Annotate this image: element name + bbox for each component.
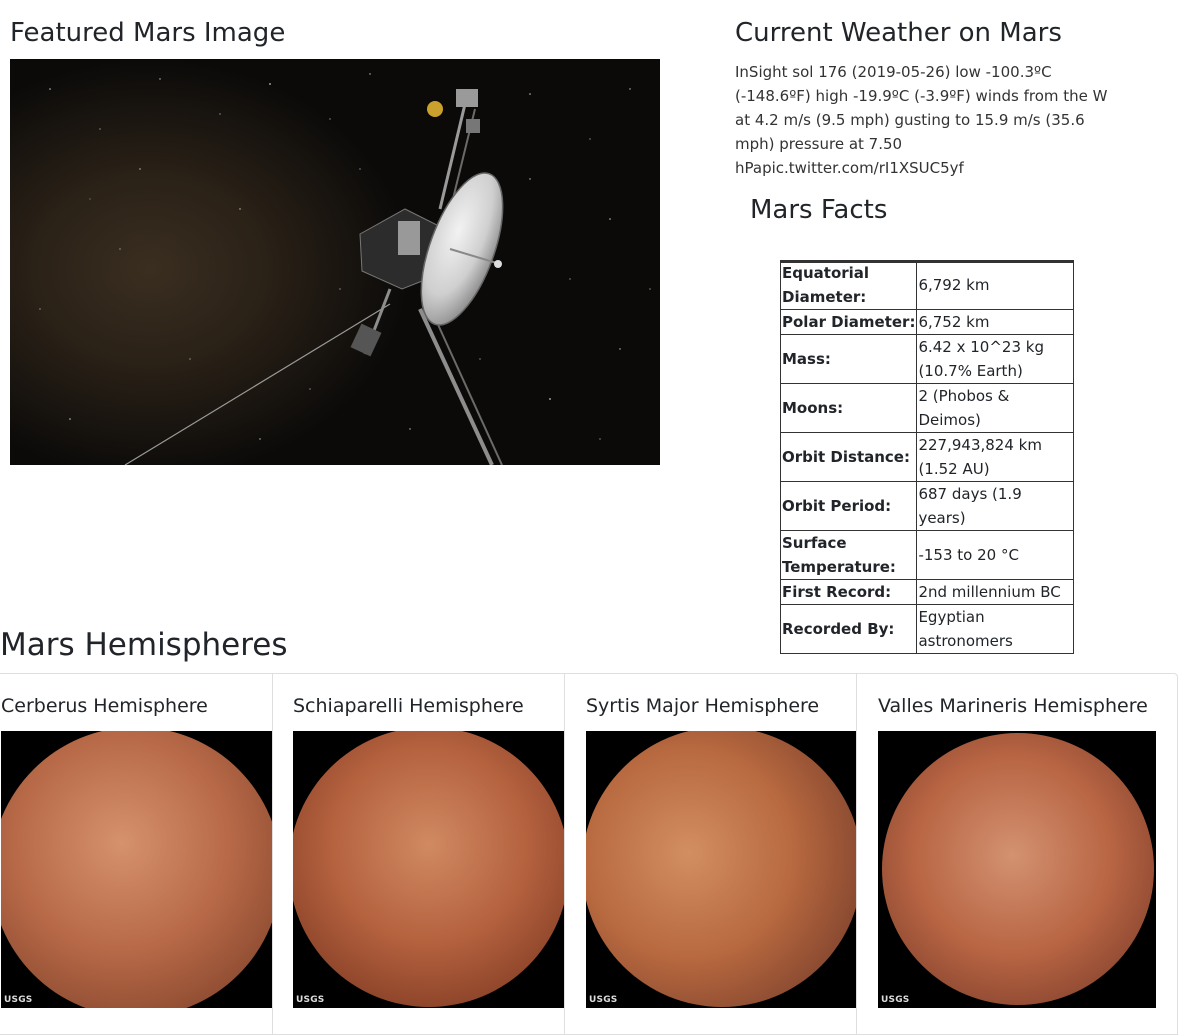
table-row: Recorded By: Egyptian astronomers bbox=[779, 604, 1075, 654]
table-row: Orbit Distance: 227,943,824 km (1.52 AU) bbox=[779, 432, 1075, 482]
planet-disc bbox=[882, 733, 1154, 1005]
card-title: Schiaparelli Hemisphere bbox=[293, 695, 524, 717]
planet-disc bbox=[586, 731, 857, 1007]
fact-value: 687 days (1.9 years) bbox=[916, 481, 1075, 531]
hemisphere-image[interactable]: USGS bbox=[586, 731, 857, 1008]
hemisphere-image[interactable]: USGS bbox=[1, 731, 272, 1008]
hemispheres-heading: Mars Hemispheres bbox=[0, 627, 288, 663]
hemisphere-cards: Cerberus Hemisphere USGS Schiaparelli He… bbox=[0, 673, 1178, 1035]
usgs-logo: USGS bbox=[881, 995, 910, 1005]
usgs-logo: USGS bbox=[4, 995, 33, 1005]
fact-label: Mass: bbox=[779, 334, 918, 384]
planet-disc bbox=[293, 731, 565, 1007]
fact-label: Polar Diameter: bbox=[779, 309, 918, 335]
fact-label: Orbit Period: bbox=[779, 481, 918, 531]
featured-image-heading: Featured Mars Image bbox=[10, 18, 286, 48]
fact-label: Moons: bbox=[779, 383, 918, 433]
card-title: Syrtis Major Hemisphere bbox=[586, 695, 820, 717]
table-row: Surface Temperature: -153 to 20 °C bbox=[779, 530, 1075, 580]
fact-label: Surface Temperature: bbox=[779, 530, 918, 580]
table-row: Orbit Period: 687 days (1.9 years) bbox=[779, 481, 1075, 531]
table-row: First Record: 2nd millennium BC bbox=[779, 579, 1075, 605]
fact-value: 6,792 km bbox=[916, 260, 1075, 310]
fact-label: Equatorial Diameter: bbox=[779, 260, 918, 310]
card-title: Cerberus Hemisphere bbox=[1, 695, 208, 717]
spacecraft-illustration bbox=[39, 73, 651, 465]
usgs-logo: USGS bbox=[296, 995, 325, 1005]
fact-value: 6.42 x 10^23 kg (10.7% Earth) bbox=[916, 334, 1075, 384]
fact-value: 2 (Phobos & Deimos) bbox=[916, 383, 1075, 433]
fact-value: 2nd millennium BC bbox=[916, 579, 1075, 605]
hemisphere-card-syrtis-major[interactable]: Syrtis Major Hemisphere USGS bbox=[564, 674, 857, 1034]
hemisphere-card-valles-marineris[interactable]: Valles Marineris Hemisphere USGS bbox=[856, 674, 1177, 1034]
hemisphere-card-cerberus[interactable]: Cerberus Hemisphere USGS bbox=[0, 674, 272, 1034]
weather-tweet-text: InSight sol 176 (2019-05-26) low -100.3º… bbox=[735, 63, 1108, 177]
table-row: Polar Diameter: 6,752 km bbox=[779, 309, 1075, 335]
table-row: Mass: 6.42 x 10^23 kg (10.7% Earth) bbox=[779, 334, 1075, 384]
hemisphere-card-schiaparelli[interactable]: Schiaparelli Hemisphere USGS bbox=[272, 674, 565, 1034]
fact-label: First Record: bbox=[779, 579, 918, 605]
hemisphere-image[interactable]: USGS bbox=[878, 731, 1156, 1008]
fact-value: Egyptian astronomers bbox=[916, 604, 1075, 654]
facts-heading: Mars Facts bbox=[750, 195, 888, 225]
table-row: Moons: 2 (Phobos & Deimos) bbox=[779, 383, 1075, 433]
table-row: Equatorial Diameter: 6,792 km bbox=[779, 260, 1075, 310]
fact-label: Recorded By: bbox=[779, 604, 918, 654]
fact-value: -153 to 20 °C bbox=[916, 530, 1075, 580]
fact-value: 227,943,824 km (1.52 AU) bbox=[916, 432, 1075, 482]
mars-facts-table: Equatorial Diameter: 6,792 km Polar Diame… bbox=[779, 260, 1075, 654]
weather-heading: Current Weather on Mars bbox=[735, 18, 1062, 48]
fact-label: Orbit Distance: bbox=[779, 432, 918, 482]
planet-disc bbox=[1, 731, 272, 1008]
hemisphere-image[interactable]: USGS bbox=[293, 731, 565, 1008]
featured-mars-image bbox=[10, 59, 660, 465]
fact-value: 6,752 km bbox=[916, 309, 1075, 335]
usgs-logo: USGS bbox=[589, 995, 618, 1005]
card-title: Valles Marineris Hemisphere bbox=[878, 695, 1148, 717]
